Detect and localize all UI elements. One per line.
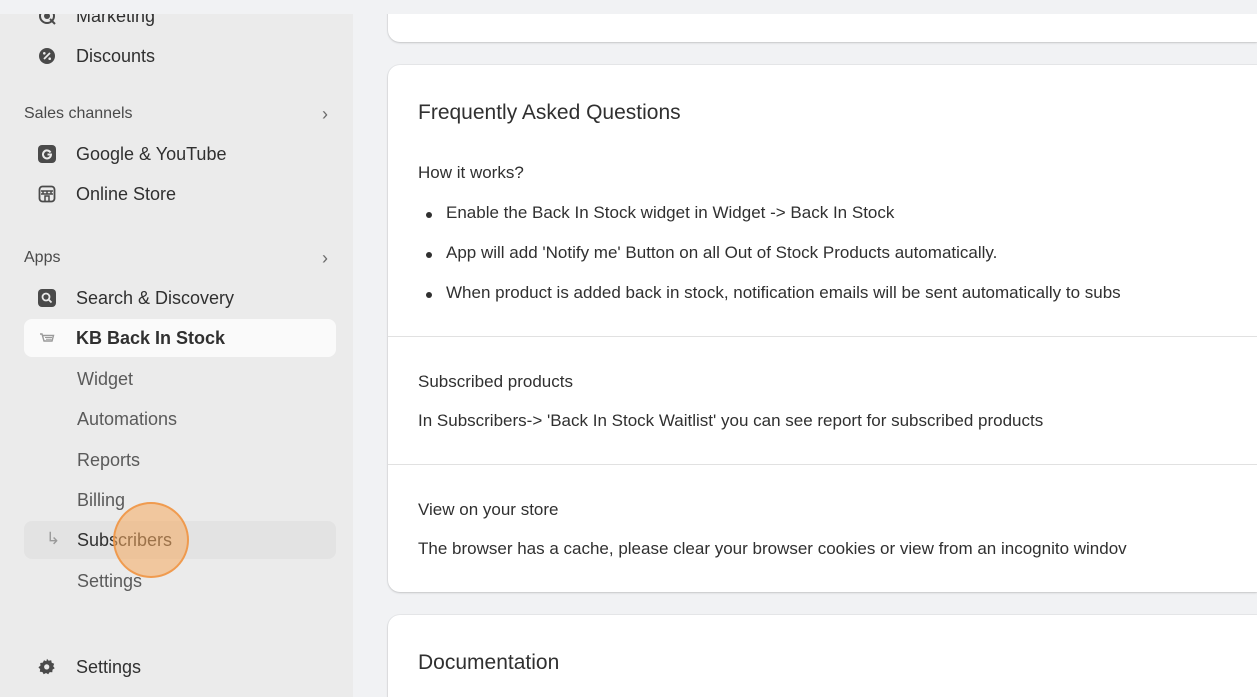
sidebar-item-kb-back-in-stock[interactable]: KB Back In Stock [24, 319, 336, 357]
subscribed-products-text: In Subscribers-> 'Back In Stock Waitlist… [418, 411, 1044, 430]
faq-title: Frequently Asked Questions [418, 101, 681, 124]
sales-channels-heading[interactable]: Sales channels › [24, 102, 336, 126]
sidebar-item-label: Online Store [76, 184, 177, 204]
list-item: Enable the Back In Stock widget in Widge… [418, 203, 1121, 243]
sidebar-item-label: KB Back In Stock [76, 328, 226, 348]
sidebar-subitem-label: Automations [77, 409, 178, 429]
sidebar-item-label: Settings [76, 657, 142, 677]
apps-heading[interactable]: Apps › [24, 246, 336, 270]
google-icon [38, 145, 56, 163]
sidebar-subitem-automations[interactable]: Automations [24, 400, 336, 438]
sidebar-subitem-label: Reports [77, 450, 141, 470]
store-icon [38, 185, 56, 203]
divider [388, 464, 1257, 465]
divider [388, 336, 1257, 337]
cart-icon [38, 329, 56, 347]
gear-icon [38, 658, 56, 676]
documentation-title: Documentation [418, 651, 560, 674]
sub-arrow-icon: ↳ [46, 529, 61, 548]
sidebar: Marketing Discounts Sales channels › Goo… [0, 0, 353, 697]
how-it-works-heading: How it works? [418, 163, 524, 182]
sidebar-subitem-label: Widget [77, 369, 134, 389]
view-store-heading: View on your store [418, 500, 559, 519]
search-icon [38, 289, 56, 307]
sidebar-item-online-store[interactable]: Online Store [24, 175, 336, 213]
section-heading-label: Sales channels [24, 105, 133, 122]
sidebar-item-label: Discounts [76, 46, 156, 66]
sidebar-item-settings[interactable]: Settings [24, 648, 336, 686]
list-item: When product is added back in stock, not… [418, 283, 1121, 323]
subscribed-products-heading: Subscribed products [418, 372, 573, 391]
discount-icon [38, 47, 56, 65]
how-it-works-list: Enable the Back In Stock widget in Widge… [418, 203, 1121, 323]
documentation-card: Documentation [388, 615, 1257, 697]
chevron-right-icon: › [322, 103, 328, 124]
sidebar-subitem-reports[interactable]: Reports [24, 441, 336, 479]
chevron-right-icon: › [322, 247, 328, 268]
sidebar-subitem-label: Settings [77, 571, 143, 591]
view-store-text: The browser has a cache, please clear yo… [418, 539, 1127, 558]
section-heading-label: Apps [24, 249, 61, 266]
sidebar-subitem-widget[interactable]: Widget [24, 360, 336, 398]
sidebar-item-label: Search & Discovery [76, 288, 235, 308]
sidebar-subitem-label: Billing [77, 490, 126, 510]
click-indicator [113, 502, 189, 578]
sidebar-subitem-settings[interactable]: Settings [24, 562, 336, 600]
list-item: App will add 'Notify me' Button on all O… [418, 243, 1121, 283]
faq-card: Frequently Asked Questions How it works?… [388, 65, 1257, 592]
sidebar-subitem-billing[interactable]: Billing [24, 481, 336, 519]
sidebar-item-label: Google & YouTube [76, 144, 227, 164]
sidebar-item-discounts[interactable]: Discounts [24, 37, 336, 75]
top-strip [0, 0, 1257, 14]
sidebar-item-google-youtube[interactable]: Google & YouTube [24, 135, 336, 173]
sidebar-item-search-discovery[interactable]: Search & Discovery [24, 279, 336, 317]
